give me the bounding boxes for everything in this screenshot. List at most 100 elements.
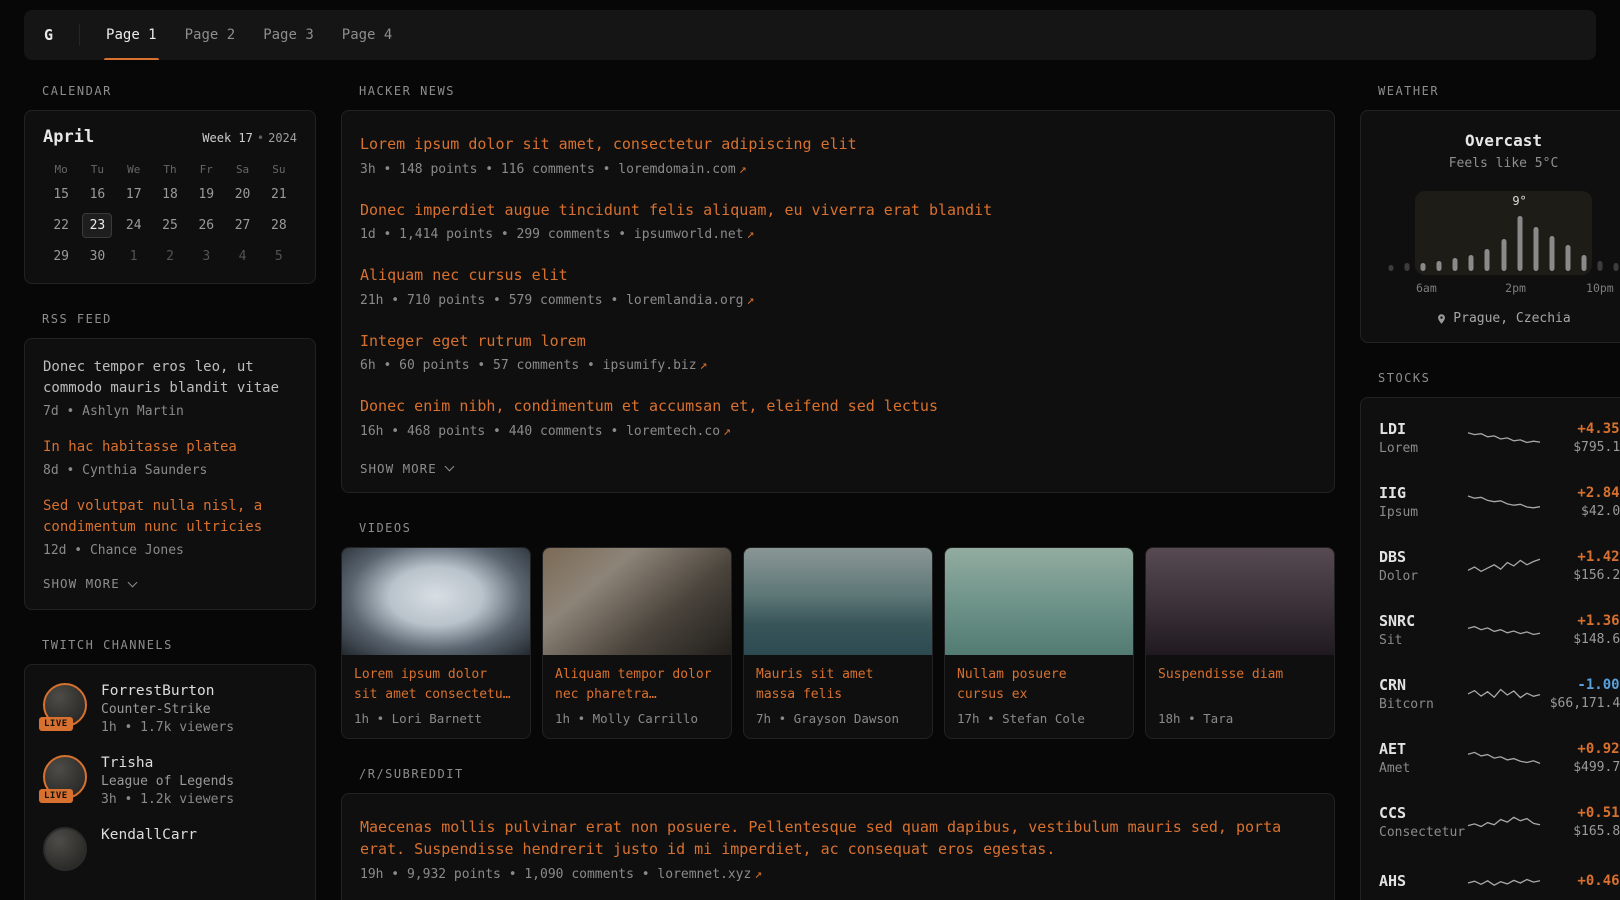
temperature-bar (1453, 258, 1458, 271)
page-tab[interactable]: Page 3 (249, 10, 328, 60)
page-tab[interactable]: Page 4 (328, 10, 407, 60)
hn-item-title[interactable]: Lorem ipsum dolor sit amet, consectetur … (360, 133, 1316, 156)
stock-sparkline (1466, 424, 1542, 452)
video-card[interactable]: Lorem ipsum dolor sit amet consectetu… 1… (341, 547, 531, 739)
hn-show-more-button[interactable]: SHOW MORE (360, 461, 1316, 476)
twitch-channel-row[interactable]: LIVE Trisha League of Legends 3h • 1.2k … (43, 755, 297, 807)
stock-name: Amet (1379, 761, 1466, 776)
hn-item-title[interactable]: Aliquam nec cursus elit (360, 264, 1316, 287)
stock-row[interactable]: AET Amet +0.92% $499.72 (1379, 726, 1620, 790)
stock-ticker: LDI (1379, 420, 1466, 438)
stock-change-percent: +1.36% (1542, 613, 1620, 629)
hn-show-more-label: SHOW MORE (360, 461, 437, 476)
calendar-day: 27 (228, 213, 258, 238)
hn-item-title[interactable]: Donec enim nibh, condimentum et accumsan… (360, 395, 1316, 418)
subreddit-item-meta: 19h • 9,932 points • 1,090 comments • lo… (360, 867, 1316, 882)
temperature-bar (1421, 263, 1426, 271)
calendar-day: 20 (228, 182, 258, 207)
stock-row[interactable]: IIG Ipsum +2.84% $42.04 (1379, 470, 1620, 534)
twitch-channel-row[interactable]: LIVE KendallCarr (43, 827, 297, 871)
video-title: Nullam posuere cursus ex (957, 665, 1121, 705)
page-tab[interactable]: Page 1 (92, 10, 171, 60)
rss-card: Donec tempor eros leo, ut commodo mauris… (24, 338, 316, 610)
weather-times: 6am2pm10pm (1383, 281, 1620, 297)
calendar-day: 1 (119, 244, 149, 269)
calendar-year: 2024 (268, 131, 297, 145)
rss-item-title[interactable]: Donec tempor eros leo, ut commodo mauris… (43, 357, 297, 399)
stock-values: +1.42% $156.28 (1542, 549, 1620, 583)
twitch-channel-row[interactable]: LIVE ForrestBurton Counter-Strike 1h • 1… (43, 683, 297, 735)
external-link-icon: ↗ (739, 162, 747, 177)
stock-row[interactable]: LDI Lorem +4.35% $795.18 (1379, 406, 1620, 470)
calendar-day: 16 (82, 182, 112, 207)
rss-item: Sed volutpat nulla nisl, a condimentum n… (43, 496, 297, 558)
page-tabs: Page 1 Page 2 Page 3 Page 4 (92, 10, 406, 60)
external-link-icon: ↗ (700, 358, 708, 373)
weather-card: Overcast Feels like 5°C 9° 6am2pm10pm Pr… (1360, 110, 1620, 343)
stock-row[interactable]: CCS Consectetur +0.51% $165.84 (1379, 790, 1620, 854)
video-title: Suspendisse diam (1158, 665, 1322, 705)
hacker-news-item: Donec enim nibh, condimentum et accumsan… (360, 395, 1316, 439)
rss-item-title[interactable]: In hac habitasse platea (43, 437, 297, 458)
weather-location-row: Prague, Czechia (1379, 311, 1620, 326)
video-thumbnail (744, 548, 932, 655)
stock-ticker: AHS (1379, 872, 1466, 890)
hn-item-title[interactable]: Donec imperdiet augue tincidunt felis al… (360, 199, 1316, 222)
video-card[interactable]: Aliquam tempor dolor nec pharetra… 1h • … (542, 547, 732, 739)
time-label: 2pm (1505, 281, 1526, 295)
calendar-day: 5 (264, 244, 294, 269)
stock-price: $66,171.48 (1542, 696, 1620, 711)
temperature-label: 9° (1512, 194, 1526, 208)
calendar-day: 29 (46, 244, 76, 269)
video-meta: 1h • Lori Barnett (354, 711, 518, 726)
stocks-widget: STOCKS LDI Lorem +4.35% $795.18 (1360, 371, 1620, 900)
live-badge: LIVE (39, 789, 73, 803)
video-body: Nullam posuere cursus ex 17h • Stefan Co… (945, 655, 1133, 738)
video-card[interactable]: Suspendisse diam 18h • Tara (1145, 547, 1335, 739)
stock-price: $165.84 (1542, 824, 1620, 839)
channel-avatar-wrap: LIVE (43, 827, 87, 871)
stock-change-percent: +4.35% (1542, 421, 1620, 437)
stock-change-percent: -1.00% (1542, 677, 1620, 693)
calendar-day: 26 (191, 213, 221, 238)
page-tab[interactable]: Page 2 (171, 10, 250, 60)
stock-ticker: CCS (1379, 804, 1466, 822)
subreddit-item-title[interactable]: Maecenas mollis pulvinar erat non posuer… (360, 816, 1316, 861)
stock-row[interactable]: AHS +0.46% (1379, 854, 1620, 900)
page-tab-label: Page 2 (185, 27, 236, 43)
weather-condition: Overcast (1379, 131, 1620, 150)
hn-item-meta: 6h • 60 points • 57 comments • ipsumify.… (360, 358, 1316, 373)
stock-change-percent: +2.84% (1542, 485, 1620, 501)
calendar-week: Week 17 (202, 131, 253, 145)
stock-row[interactable]: CRN Bitcorn -1.00% $66,171.48 (1379, 662, 1620, 726)
video-card[interactable]: Nullam posuere cursus ex 17h • Stefan Co… (944, 547, 1134, 739)
rss-item: Donec tempor eros leo, ut commodo mauris… (43, 357, 297, 419)
day-of-week-label: Mo (43, 159, 79, 182)
stock-identity: CCS Consectetur (1379, 804, 1466, 840)
stock-row[interactable]: SNRC Sit +1.36% $148.64 (1379, 598, 1620, 662)
video-meta: 17h • Stefan Cole (957, 711, 1121, 726)
stock-sparkline (1466, 552, 1542, 580)
stock-change-percent: +0.46% (1542, 873, 1620, 889)
calendar-month: April (43, 127, 94, 147)
weather-widget: WEATHER Overcast Feels like 5°C 9° 6am2p… (1360, 84, 1620, 343)
stock-price: $42.04 (1542, 504, 1620, 519)
stock-values: +2.84% $42.04 (1542, 485, 1620, 519)
stock-sparkline (1466, 488, 1542, 516)
calendar-day: 15 (46, 182, 76, 207)
hn-item-title[interactable]: Integer eget rutrum lorem (360, 330, 1316, 353)
rss-item-title[interactable]: Sed volutpat nulla nisl, a condimentum n… (43, 496, 297, 538)
rss-item-meta: 7d • Ashlyn Martin (43, 404, 297, 419)
day-of-week-label: Tu (79, 159, 115, 182)
stock-identity: AHS (1379, 872, 1466, 893)
video-card[interactable]: Mauris sit amet massa felis 7h • Grayson… (743, 547, 933, 739)
middle-column: HACKER NEWS Lorem ipsum dolor sit amet, … (341, 84, 1335, 900)
temperature-bar (1533, 227, 1538, 271)
hn-item-meta-text: 16h • 468 points • 440 comments • loremt… (360, 424, 720, 439)
top-navigation-bar: G Page 1 Page 2 Page 3 Page 4 (24, 10, 1596, 60)
stock-row[interactable]: DBS Dolor +1.42% $156.28 (1379, 534, 1620, 598)
hn-item-meta-text: 6h • 60 points • 57 comments • ipsumify.… (360, 358, 697, 373)
rss-show-more-button[interactable]: SHOW MORE (43, 576, 297, 591)
hacker-news-widget-label: HACKER NEWS (359, 84, 1335, 98)
app-logo[interactable]: G (44, 10, 73, 60)
